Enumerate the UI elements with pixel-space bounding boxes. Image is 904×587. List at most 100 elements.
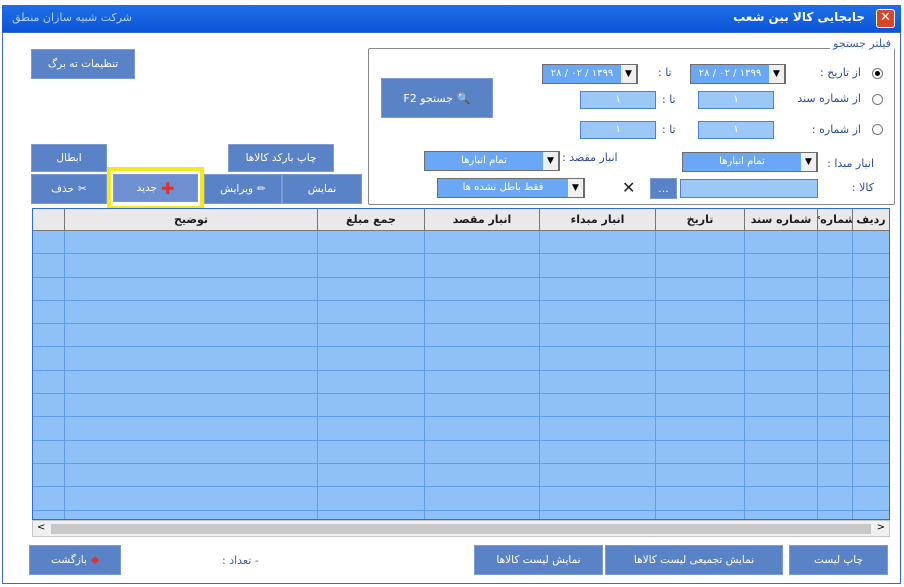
table-cell[interactable] <box>655 487 744 510</box>
table-cell[interactable] <box>64 487 317 510</box>
scroll-left-icon[interactable]: < <box>37 522 45 533</box>
from-doc-input[interactable]: ۱ <box>698 91 774 109</box>
show-summary-button[interactable]: نمایش تجمیعی لیست کالاها <box>605 545 783 575</box>
table-row[interactable] <box>33 463 889 488</box>
table-cell[interactable] <box>424 300 539 324</box>
chevron-down-icon[interactable]: ▼ <box>801 153 817 171</box>
table-cell[interactable] <box>744 277 817 300</box>
table-cell[interactable] <box>424 277 539 300</box>
close-icon[interactable]: ✕ <box>876 9 895 28</box>
table-row[interactable] <box>33 440 889 464</box>
table-cell[interactable] <box>539 277 655 300</box>
table-cell[interactable] <box>64 277 317 300</box>
table-cell[interactable] <box>655 254 744 277</box>
table-cell[interactable] <box>852 487 889 510</box>
table-cell[interactable] <box>655 394 744 417</box>
table-cell[interactable] <box>817 417 852 440</box>
table-cell[interactable] <box>64 440 317 463</box>
table-cell[interactable] <box>744 463 817 487</box>
to-doc-input[interactable]: ۱ <box>580 91 656 109</box>
table-cell[interactable] <box>655 324 744 347</box>
table-cell[interactable] <box>852 417 889 440</box>
table-cell[interactable] <box>424 463 539 487</box>
table-cell[interactable] <box>539 487 655 510</box>
dst-warehouse-select[interactable]: تمام انبارها ▼ <box>424 151 560 171</box>
table-cell[interactable] <box>744 231 817 254</box>
src-warehouse-select[interactable]: تمام انبارها ▼ <box>682 152 818 172</box>
table-cell[interactable] <box>317 277 424 300</box>
table-cell[interactable] <box>317 231 424 254</box>
from-num-input[interactable]: ۱ <box>698 121 774 139</box>
table-row[interactable] <box>33 231 889 255</box>
table-cell[interactable] <box>817 324 852 347</box>
table-cell[interactable] <box>64 417 317 440</box>
table-cell[interactable] <box>817 510 852 519</box>
delete-button[interactable]: ✂ حذف <box>31 174 107 204</box>
table-cell[interactable] <box>744 394 817 417</box>
from-date-picker[interactable]: ۱۳۹۹ / ۰۲ / ۲۸ ▼ <box>690 64 786 84</box>
table-cell[interactable] <box>817 394 852 417</box>
table-cell[interactable] <box>64 510 317 519</box>
table-cell[interactable] <box>317 463 424 487</box>
table-cell[interactable] <box>539 417 655 440</box>
table-cell[interactable] <box>817 463 852 487</box>
table-cell[interactable] <box>317 347 424 370</box>
from-doc-radio[interactable] <box>872 94 883 105</box>
table-cell[interactable] <box>744 487 817 510</box>
table-cell[interactable] <box>817 277 852 300</box>
col-description[interactable]: توضیح <box>64 209 317 230</box>
table-row[interactable] <box>33 417 889 441</box>
table-cell[interactable] <box>655 231 744 254</box>
table-cell[interactable] <box>852 510 889 519</box>
horizontal-scrollbar[interactable]: < > <box>32 520 890 537</box>
edit-button[interactable]: ✏ ویرایش <box>204 174 282 204</box>
table-cell[interactable] <box>317 440 424 463</box>
documents-table[interactable]: ردیف شماره* شماره سند تاریخ انبار مبداء … <box>32 208 890 520</box>
table-cell[interactable] <box>539 254 655 277</box>
table-row[interactable] <box>33 347 889 371</box>
table-cell[interactable] <box>655 463 744 487</box>
table-cell[interactable] <box>64 231 317 254</box>
table-cell[interactable] <box>64 370 317 394</box>
search-button[interactable]: 🔍 جستجو F2 <box>381 78 493 118</box>
print-list-button[interactable]: چاپ لیست <box>789 545 888 575</box>
to-num-input[interactable]: ۱ <box>580 121 656 139</box>
col-doc-number[interactable]: شماره سند <box>744 209 817 230</box>
show-items-button[interactable]: نمایش لیست کالاها <box>474 545 603 575</box>
table-cell[interactable] <box>655 440 744 463</box>
table-cell[interactable] <box>424 347 539 370</box>
col-number[interactable]: شماره* <box>817 209 852 230</box>
table-cell[interactable] <box>744 440 817 463</box>
table-cell[interactable] <box>317 300 424 324</box>
table-row[interactable] <box>33 394 889 418</box>
table-cell[interactable] <box>852 277 889 300</box>
status-select[interactable]: فقط باطل نشده ها ▼ <box>437 178 585 198</box>
from-num-radio[interactable] <box>872 124 883 135</box>
table-cell[interactable] <box>852 394 889 417</box>
table-cell[interactable] <box>539 370 655 394</box>
table-cell[interactable] <box>424 417 539 440</box>
table-cell[interactable] <box>317 417 424 440</box>
table-cell[interactable] <box>424 231 539 254</box>
table-cell[interactable] <box>655 300 744 324</box>
col-row[interactable]: ردیف <box>852 209 889 230</box>
back-button[interactable]: ◆ بازگشت <box>29 545 121 575</box>
table-cell[interactable] <box>852 440 889 463</box>
table-cell[interactable] <box>655 347 744 370</box>
table-cell[interactable] <box>852 300 889 324</box>
table-cell[interactable] <box>817 254 852 277</box>
table-row[interactable] <box>33 300 889 325</box>
table-cell[interactable] <box>424 254 539 277</box>
table-cell[interactable] <box>317 254 424 277</box>
table-cell[interactable] <box>64 300 317 324</box>
scroll-right-icon[interactable]: > <box>877 522 885 533</box>
table-cell[interactable] <box>817 300 852 324</box>
table-cell[interactable] <box>852 231 889 254</box>
to-date-picker[interactable]: ۱۳۹۹ / ۰۲ / ۲۸ ▼ <box>542 64 638 84</box>
table-cell[interactable] <box>852 463 889 487</box>
chevron-down-icon[interactable]: ▼ <box>621 65 637 83</box>
table-cell[interactable] <box>539 440 655 463</box>
table-cell[interactable] <box>424 510 539 519</box>
table-cell[interactable] <box>424 324 539 347</box>
table-cell[interactable] <box>424 370 539 394</box>
